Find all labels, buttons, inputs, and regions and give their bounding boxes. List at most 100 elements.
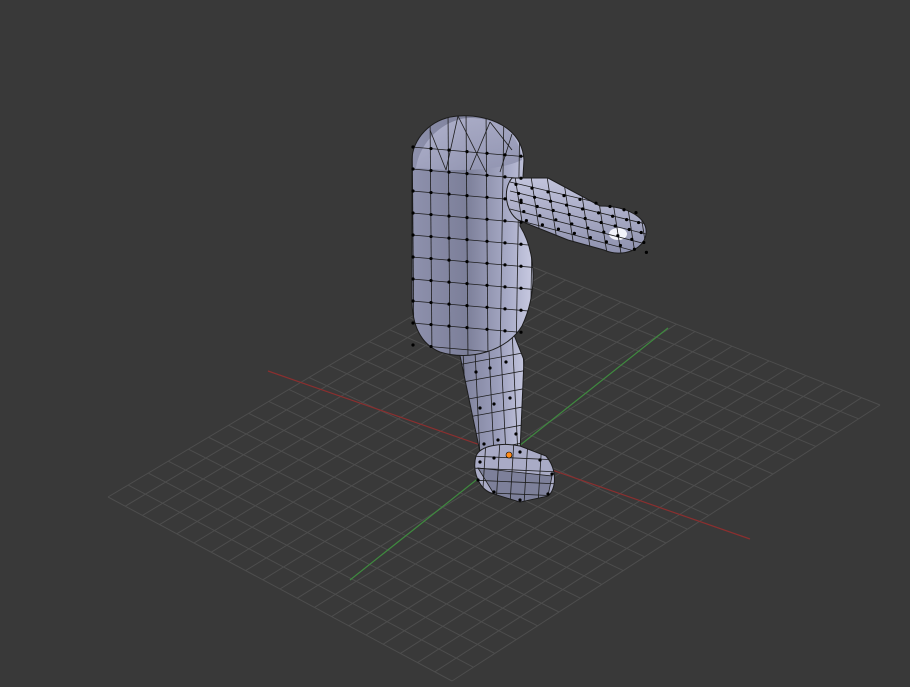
mesh-vertex[interactable] xyxy=(625,218,629,222)
mesh-vertex[interactable] xyxy=(429,234,433,239)
mesh-vertex[interactable] xyxy=(465,216,469,220)
mesh-vertex[interactable] xyxy=(474,370,478,374)
mesh-vertex[interactable] xyxy=(465,172,469,176)
mesh-vertex[interactable] xyxy=(538,214,542,218)
mesh-vertex[interactable] xyxy=(549,199,553,203)
mesh-vertex[interactable] xyxy=(602,230,606,234)
mesh-vertex[interactable] xyxy=(411,167,415,171)
mesh-vertex[interactable] xyxy=(465,326,469,330)
mesh-vertex[interactable] xyxy=(465,304,469,308)
mesh-vertex[interactable] xyxy=(518,450,522,454)
mesh-vertex[interactable] xyxy=(632,247,637,251)
mesh-vertex[interactable] xyxy=(622,208,626,212)
mesh-vertex[interactable] xyxy=(503,197,507,201)
mesh-vertex[interactable] xyxy=(485,151,489,155)
mesh-vertex[interactable] xyxy=(503,241,507,245)
mesh-vertex[interactable] xyxy=(447,258,451,262)
mesh-vertex[interactable] xyxy=(429,146,433,151)
torso-mesh[interactable] xyxy=(400,110,540,360)
mesh-vertex[interactable] xyxy=(411,211,415,215)
mesh-vertex[interactable] xyxy=(562,194,566,198)
mesh-vertex[interactable] xyxy=(503,219,507,223)
mesh-vertex[interactable] xyxy=(504,360,508,364)
mesh-vertex[interactable] xyxy=(503,285,507,289)
mesh-vertex[interactable] xyxy=(639,230,643,235)
mesh-vertex[interactable] xyxy=(411,299,415,303)
mesh-vertex[interactable] xyxy=(519,242,523,246)
mesh-vertex[interactable] xyxy=(533,195,537,199)
mesh-vertex[interactable] xyxy=(519,286,523,290)
mesh-vertex[interactable] xyxy=(447,148,451,152)
mesh-vertex[interactable] xyxy=(478,460,482,464)
mesh-vertex[interactable] xyxy=(411,189,415,193)
mesh-vertex[interactable] xyxy=(627,227,631,232)
mesh-vertex[interactable] xyxy=(485,283,489,287)
mesh-vertex[interactable] xyxy=(429,344,433,349)
mesh-vertex[interactable] xyxy=(519,330,523,334)
mesh-vertex[interactable] xyxy=(599,220,603,225)
mesh-vertex[interactable] xyxy=(514,432,518,436)
mesh-vertex[interactable] xyxy=(411,233,415,237)
mesh-vertex[interactable] xyxy=(411,277,415,281)
mesh-vertex[interactable] xyxy=(447,192,451,196)
mesh-vertex[interactable] xyxy=(485,261,489,265)
mesh-vertex[interactable] xyxy=(554,218,558,222)
mesh-vertex[interactable] xyxy=(429,256,433,261)
mesh-vertex[interactable] xyxy=(522,209,526,214)
mesh-vertex[interactable] xyxy=(476,478,480,482)
mesh-vertex[interactable] xyxy=(644,250,649,255)
mesh-vertex[interactable] xyxy=(538,458,542,462)
mesh-vertex[interactable] xyxy=(485,195,489,199)
mesh-vertex[interactable] xyxy=(447,170,451,174)
mesh-vertex[interactable] xyxy=(503,263,507,267)
mesh-vertex[interactable] xyxy=(482,442,486,446)
mesh-vertex[interactable] xyxy=(485,239,489,243)
mesh-vertex[interactable] xyxy=(608,204,612,209)
mesh-vertex[interactable] xyxy=(429,300,433,305)
mesh-vertex[interactable] xyxy=(447,236,451,240)
mesh-vertex[interactable] xyxy=(492,490,496,494)
mesh-vertex[interactable] xyxy=(465,150,469,154)
mesh-vertex[interactable] xyxy=(583,216,587,221)
mesh-vertex[interactable] xyxy=(429,322,433,327)
mesh-vertex[interactable] xyxy=(492,402,496,406)
mesh-vertex[interactable] xyxy=(411,255,415,259)
mesh-object[interactable] xyxy=(400,110,649,504)
mesh-vertex[interactable] xyxy=(411,145,415,149)
mesh-vertex[interactable] xyxy=(613,224,617,228)
mesh-vertex[interactable] xyxy=(429,212,433,217)
mesh-vertex[interactable] xyxy=(616,234,620,238)
mesh-vertex[interactable] xyxy=(578,197,582,202)
mesh-vertex[interactable] xyxy=(519,264,523,268)
mesh-vertex[interactable] xyxy=(519,308,523,312)
mesh-vertex[interactable] xyxy=(485,305,489,309)
mesh-vertex[interactable] xyxy=(556,227,561,231)
mesh-vertex[interactable] xyxy=(597,211,601,215)
mesh-vertex[interactable] xyxy=(447,302,451,306)
mesh-vertex[interactable] xyxy=(519,176,523,180)
mesh-vertex[interactable] xyxy=(611,214,615,218)
mesh-vertex[interactable] xyxy=(508,396,512,400)
mesh-vertex[interactable] xyxy=(618,243,623,248)
mesh-vertex[interactable] xyxy=(567,212,571,217)
mesh-vertex[interactable] xyxy=(630,237,634,241)
mesh-vertex[interactable] xyxy=(642,240,646,245)
mesh-vertex[interactable] xyxy=(503,307,507,311)
mesh-vertex[interactable] xyxy=(488,366,492,370)
mesh-vertex[interactable] xyxy=(530,186,534,190)
mesh-vertex[interactable] xyxy=(478,406,482,410)
mesh-vertex[interactable] xyxy=(551,208,555,213)
mesh-vertex[interactable] xyxy=(429,278,433,283)
mesh-vertex[interactable] xyxy=(485,327,489,331)
mesh-vertex[interactable] xyxy=(447,280,451,284)
mesh-vertex[interactable] xyxy=(447,214,451,218)
mesh-vertex[interactable] xyxy=(524,219,529,223)
mesh-vertex[interactable] xyxy=(485,173,489,177)
mesh-vertex[interactable] xyxy=(518,498,522,502)
mesh-vertex[interactable] xyxy=(535,204,539,209)
mesh-vertex[interactable] xyxy=(411,321,415,325)
mesh-vertex[interactable] xyxy=(594,201,598,205)
mesh-vertex[interactable] xyxy=(485,217,489,221)
mesh-vertex[interactable] xyxy=(519,154,523,158)
mesh-vertex[interactable] xyxy=(588,235,593,240)
